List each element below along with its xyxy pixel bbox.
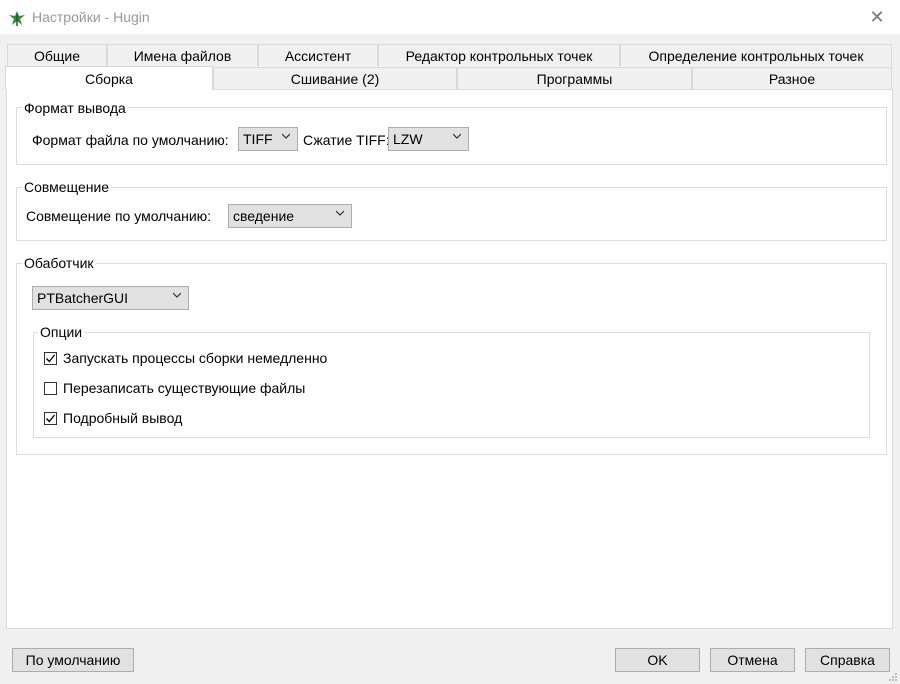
start-immediately-label[interactable]: Запускать процессы сборки немедленно — [63, 350, 327, 366]
overwrite-files-label[interactable]: Перезаписать существующие файлы — [63, 380, 305, 396]
chevron-down-icon — [282, 133, 290, 139]
tiff-compression-select[interactable]: LZW — [388, 127, 469, 151]
processor-select[interactable]: PTBatcherGUI — [32, 286, 189, 310]
tab-misc[interactable]: Разное — [692, 67, 892, 89]
ok-button[interactable]: OK — [615, 648, 700, 672]
tab-control-point-editor[interactable]: Редактор контрольных точек — [378, 44, 620, 66]
tab-stitching[interactable]: Сшивание (2) — [213, 67, 457, 89]
window-title: Настройки - Hugin — [32, 9, 150, 25]
chevron-down-icon — [173, 292, 181, 298]
resize-grip-icon[interactable] — [888, 672, 898, 682]
close-icon[interactable]: ✕ — [862, 4, 892, 30]
verbose-output-label[interactable]: Подробный вывод — [63, 410, 182, 426]
tab-assistant[interactable]: Ассистент — [258, 44, 378, 66]
default-blending-label: Совмещение по умолчанию: — [26, 208, 212, 224]
cancel-button[interactable]: Отмена — [710, 648, 795, 672]
file-format-value: TIFF — [243, 131, 273, 147]
processor-title: Обаботчик — [22, 255, 96, 271]
processor-value: PTBatcherGUI — [37, 290, 129, 306]
tab-assembly[interactable]: Сборка — [5, 66, 213, 90]
tab-general[interactable]: Общие — [7, 44, 107, 66]
file-format-select[interactable]: TIFF — [238, 127, 298, 151]
options-title: Опции — [38, 324, 85, 340]
defaults-button[interactable]: По умолчанию — [12, 648, 134, 672]
output-format-title: Формат вывода — [22, 100, 128, 116]
title-bar: Настройки - Hugin ✕ — [0, 0, 900, 34]
file-format-label: Формат файла по умолчанию: — [32, 132, 229, 148]
chevron-down-icon — [453, 133, 461, 139]
help-button[interactable]: Справка — [805, 648, 890, 672]
overwrite-files-checkbox[interactable] — [44, 382, 57, 395]
default-blending-value: сведение — [233, 208, 295, 224]
blending-title: Совмещение — [22, 179, 112, 195]
tiff-compression-label: Сжатие TIFF: — [303, 132, 390, 148]
start-immediately-checkbox[interactable] — [44, 352, 57, 365]
checkmark-icon — [46, 414, 56, 423]
hugin-app-icon — [9, 11, 25, 26]
checkmark-icon — [46, 354, 56, 363]
tiff-compression-value: LZW — [393, 131, 423, 147]
verbose-output-checkbox[interactable] — [44, 412, 57, 425]
tab-panel-assembly: Формат вывода Формат файла по умолчанию:… — [6, 89, 893, 629]
tab-file-names[interactable]: Имена файлов — [107, 44, 258, 66]
chevron-down-icon — [336, 210, 344, 216]
default-blending-select[interactable]: сведение — [228, 204, 352, 228]
tab-control-point-detection[interactable]: Определение контрольных точек — [620, 44, 892, 66]
tab-programs[interactable]: Программы — [457, 67, 692, 89]
